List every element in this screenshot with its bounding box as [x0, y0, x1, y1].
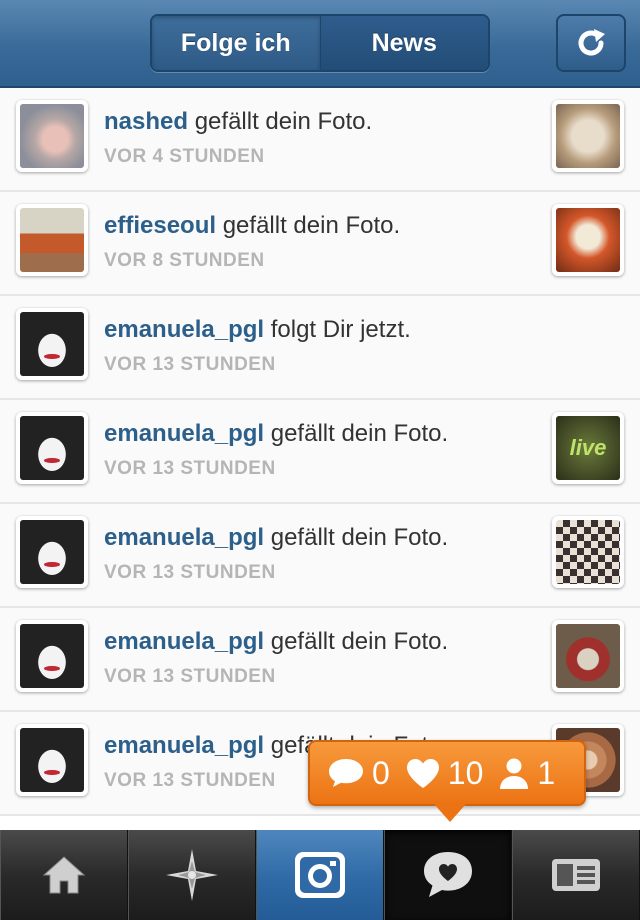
- feed-segmented-control: Folge ich News: [150, 14, 490, 72]
- news-heart-bubble-icon: [424, 852, 472, 897]
- heart-icon: [406, 759, 439, 788]
- profile-card-icon: [552, 859, 600, 891]
- bubble-pointer: [434, 804, 466, 822]
- tab-news[interactable]: News: [320, 16, 488, 70]
- activity-feed: nashed gefällt dein Foto. VOR 4 STUNDEN …: [0, 88, 640, 816]
- tab-news[interactable]: [384, 830, 512, 920]
- bottom-tab-bar: [0, 830, 640, 920]
- photo-thumbnail[interactable]: [552, 100, 624, 172]
- refresh-button[interactable]: [556, 14, 626, 72]
- speech-bubble-icon: [329, 759, 363, 787]
- avatar[interactable]: [16, 308, 88, 380]
- photo-thumbnail[interactable]: live: [552, 412, 624, 484]
- activity-row[interactable]: emanuela_pgl gefällt dein Foto. VOR 13 S…: [0, 504, 640, 608]
- activity-row[interactable]: effieseoul gefällt dein Foto. VOR 8 STUN…: [0, 192, 640, 296]
- username-link[interactable]: emanuela_pgl: [104, 316, 264, 343]
- avatar[interactable]: [16, 620, 88, 692]
- refresh-icon: [578, 29, 605, 56]
- followers-count: 1: [497, 755, 555, 792]
- avatar[interactable]: [16, 516, 88, 588]
- timestamp: VOR 13 STUNDEN: [104, 458, 276, 479]
- timestamp: VOR 4 STUNDEN: [104, 146, 265, 167]
- home-icon: [42, 856, 86, 894]
- photo-thumbnail[interactable]: [552, 516, 624, 588]
- activity-text: gefällt dein Foto.: [194, 108, 373, 135]
- activity-notification-bubble[interactable]: 0 10 1: [308, 740, 586, 806]
- username-link[interactable]: emanuela_pgl: [104, 732, 264, 759]
- likes-count-value: 10: [447, 754, 484, 791]
- activity-row[interactable]: emanuela_pgl gefällt dein Foto. VOR 13 S…: [0, 608, 640, 712]
- tab-home[interactable]: [0, 830, 128, 920]
- timestamp: VOR 8 STUNDEN: [104, 250, 265, 271]
- timestamp: VOR 13 STUNDEN: [104, 354, 276, 375]
- comments-count-value: 0: [372, 754, 390, 791]
- avatar[interactable]: [16, 724, 88, 796]
- tab-profile[interactable]: [512, 830, 640, 920]
- timestamp: VOR 13 STUNDEN: [104, 666, 276, 687]
- activity-row[interactable]: emanuela_pgl folgt Dir jetzt. VOR 13 STU…: [0, 296, 640, 400]
- username-link[interactable]: effieseoul: [104, 212, 216, 239]
- comments-count: 0: [326, 755, 390, 792]
- photo-thumbnail[interactable]: [552, 620, 624, 692]
- activity-row[interactable]: nashed gefällt dein Foto. VOR 4 STUNDEN: [0, 88, 640, 192]
- tab-explore[interactable]: [128, 830, 256, 920]
- activity-text: folgt Dir jetzt.: [270, 316, 411, 343]
- thumbnail-text: live: [569, 435, 607, 460]
- tab-camera[interactable]: [256, 830, 384, 920]
- username-link[interactable]: nashed: [104, 108, 188, 135]
- activity-text: gefällt dein Foto.: [222, 212, 401, 239]
- activity-text: gefällt dein Foto.: [270, 524, 449, 551]
- avatar[interactable]: [16, 204, 88, 276]
- top-navigation-bar: Folge ich News: [0, 0, 640, 88]
- activity-row[interactable]: emanuela_pgl gefällt dein Foto. VOR 13 S…: [0, 400, 640, 504]
- username-link[interactable]: emanuela_pgl: [104, 420, 264, 447]
- username-link[interactable]: emanuela_pgl: [104, 524, 264, 551]
- likes-count: 10: [404, 754, 484, 792]
- avatar[interactable]: [16, 412, 88, 484]
- activity-text: gefällt dein Foto.: [270, 420, 449, 447]
- photo-thumbnail[interactable]: [552, 204, 624, 276]
- activity-text: gefällt dein Foto.: [270, 628, 449, 655]
- camera-icon: [295, 852, 345, 898]
- followers-count-value: 1: [537, 754, 556, 791]
- avatar[interactable]: [16, 100, 88, 172]
- timestamp: VOR 13 STUNDEN: [104, 562, 276, 583]
- username-link[interactable]: emanuela_pgl: [104, 628, 264, 655]
- explore-star-icon: [166, 849, 218, 901]
- tab-folge-ich[interactable]: Folge ich: [152, 16, 321, 70]
- person-icon: [500, 758, 529, 789]
